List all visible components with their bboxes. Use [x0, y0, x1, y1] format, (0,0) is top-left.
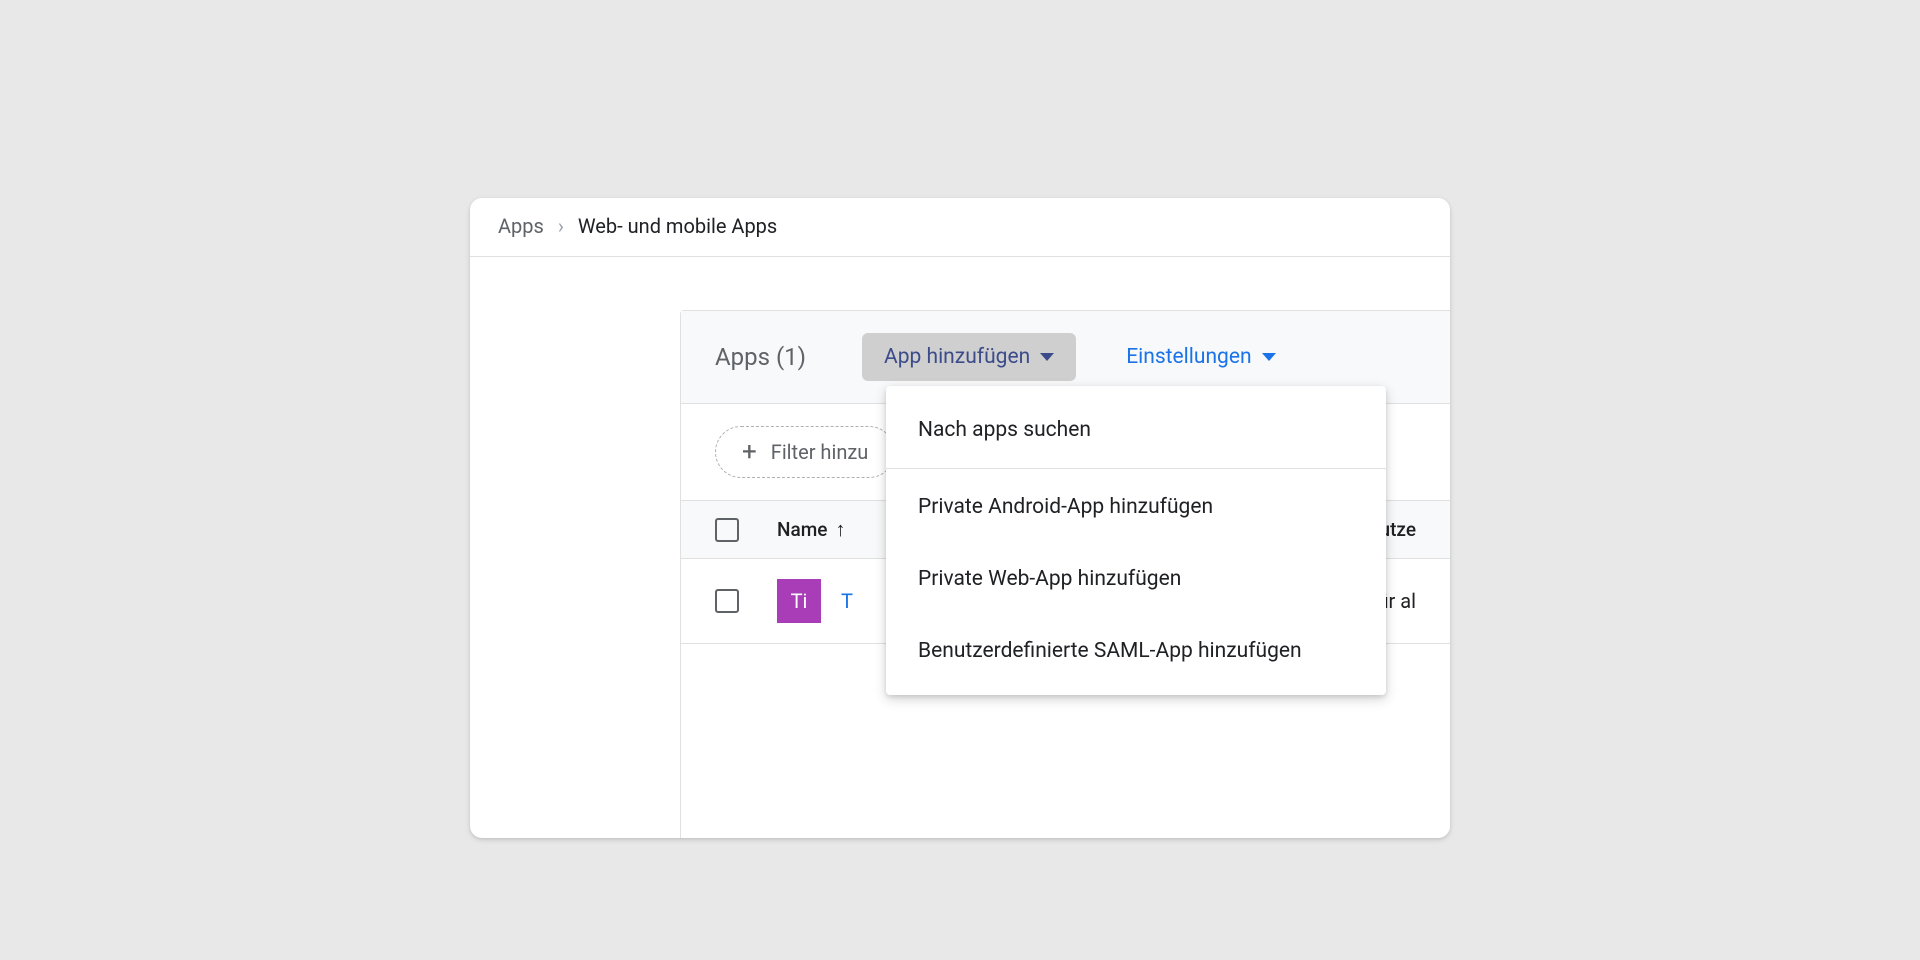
breadcrumb-root[interactable]: Apps	[498, 214, 544, 238]
plus-icon: +	[742, 439, 757, 465]
dropdown-item-search-apps[interactable]: Nach apps suchen	[886, 394, 1386, 466]
breadcrumb-current: Web- und mobile Apps	[578, 214, 777, 238]
column-name-label: Name	[777, 518, 827, 541]
column-name-header[interactable]: Name ↑	[777, 517, 845, 542]
app-icon: Ti	[777, 579, 821, 623]
settings-button[interactable]: Einstellungen	[1104, 333, 1297, 381]
app-name-cell[interactable]: T	[841, 589, 853, 613]
outer-frame: Apps › Web- und mobile Apps Apps (1) App…	[180, 100, 1740, 860]
admin-card: Apps › Web- und mobile Apps Apps (1) App…	[470, 198, 1450, 838]
add-app-label: App hinzufügen	[884, 345, 1030, 369]
caret-down-icon	[1040, 353, 1054, 361]
panel-title: Apps (1)	[715, 343, 806, 371]
add-filter-chip[interactable]: + Filter hinzu	[715, 426, 895, 478]
sort-ascending-icon: ↑	[835, 517, 845, 542]
select-all-checkbox[interactable]	[715, 518, 739, 542]
dropdown-item-custom-saml[interactable]: Benutzerdefinierte SAML-App hinzufügen	[886, 615, 1386, 687]
settings-label: Einstellungen	[1126, 345, 1251, 369]
chevron-right-icon: ›	[558, 214, 564, 238]
add-app-button[interactable]: App hinzufügen	[862, 333, 1076, 381]
caret-down-icon	[1262, 353, 1276, 361]
dropdown-item-private-android[interactable]: Private Android-App hinzufügen	[886, 471, 1386, 543]
breadcrumb: Apps › Web- und mobile Apps	[470, 198, 1450, 257]
row-checkbox[interactable]	[715, 589, 739, 613]
add-app-dropdown: Nach apps suchen Private Android-App hin…	[886, 386, 1386, 695]
filter-label: Filter hinzu	[771, 440, 869, 464]
dropdown-item-private-web[interactable]: Private Web-App hinzufügen	[886, 543, 1386, 615]
dropdown-divider	[886, 468, 1386, 469]
